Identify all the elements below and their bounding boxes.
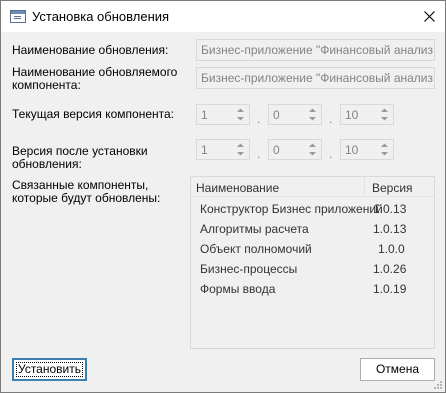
column-divider xyxy=(364,177,365,197)
version-separator: . xyxy=(329,147,333,161)
related-components-label: Связанные компоненты, которые будут обно… xyxy=(12,178,161,205)
row-version: 1.0.0 xyxy=(378,242,405,256)
title-bar: Установка обновления xyxy=(1,1,445,32)
cancel-button[interactable]: Отмена xyxy=(360,358,435,381)
close-button[interactable] xyxy=(415,1,445,32)
row-name: Алгоритмы расчета xyxy=(200,222,309,236)
new-version-label: Версия после установки обновления: xyxy=(12,144,148,171)
cancel-button-label: Отмена xyxy=(375,362,420,376)
current-version-minor-spinner: 0 xyxy=(268,104,322,125)
table-row[interactable]: Формы ввода 1.0.19 xyxy=(191,279,434,299)
window-icon xyxy=(10,10,26,23)
spinner-value: 1 xyxy=(201,108,208,122)
row-version: 1.0.13 xyxy=(373,202,407,216)
component-name-label: Наименование обновляемого компонента: xyxy=(12,65,178,92)
row-version: 1.0.26 xyxy=(373,262,407,276)
spin-arrows-icon xyxy=(308,107,317,122)
row-name: Формы ввода xyxy=(200,282,276,296)
version-separator: . xyxy=(257,112,261,126)
close-icon xyxy=(424,11,435,22)
related-components-table[interactable]: Наименование Версия Конструктор Бизнес п… xyxy=(190,176,435,349)
table-row[interactable]: Алгоритмы расчета 1.0.13 xyxy=(191,219,434,239)
resize-grip-icon[interactable] xyxy=(433,380,443,390)
spin-arrows-icon xyxy=(308,142,317,157)
current-version-label: Текущая версия компонента: xyxy=(12,107,174,121)
version-separator: . xyxy=(257,147,261,161)
spinner-value: 10 xyxy=(345,143,359,157)
new-version-build-spinner: 10 xyxy=(340,139,394,160)
spinner-value: 0 xyxy=(273,108,280,122)
spinner-value: 10 xyxy=(345,108,359,122)
new-version-major-spinner: 1 xyxy=(196,139,250,160)
row-name: Объект полномочий xyxy=(200,242,312,256)
row-version: 1.0.19 xyxy=(373,282,407,296)
column-header-name[interactable]: Наименование xyxy=(196,181,279,195)
row-name: Конструктор Бизнес приложений xyxy=(200,202,383,216)
window-title: Установка обновления xyxy=(32,9,170,24)
focus-rectangle xyxy=(16,362,83,377)
table-row[interactable]: Бизнес-процессы 1.0.26 xyxy=(191,259,434,279)
spin-arrows-icon xyxy=(380,142,389,157)
current-version-build-spinner: 10 xyxy=(340,104,394,125)
table-row[interactable]: Объект полномочий 1.0.0 xyxy=(191,239,434,259)
new-version-minor-spinner: 0 xyxy=(268,139,322,160)
table-row[interactable]: Конструктор Бизнес приложений 1.0.13 xyxy=(191,199,434,219)
row-name: Бизнес-процессы xyxy=(200,262,298,276)
version-separator: . xyxy=(329,112,333,126)
update-name-field: Бизнес-приложение "Финансовый анализ кон… xyxy=(196,39,435,61)
spin-arrows-icon xyxy=(236,142,245,157)
table-header: Наименование Версия xyxy=(191,177,434,197)
update-name-label: Наименование обновления: xyxy=(12,43,169,57)
component-name-field: Бизнес-приложение "Финансовый анализ кон… xyxy=(196,67,435,89)
spinner-value: 0 xyxy=(273,143,280,157)
update-install-dialog: Установка обновления Наименование обновл… xyxy=(0,0,446,393)
spinner-value: 1 xyxy=(201,143,208,157)
current-version-major-spinner: 1 xyxy=(196,104,250,125)
spin-arrows-icon xyxy=(236,107,245,122)
column-header-version[interactable]: Версия xyxy=(372,181,413,195)
spin-arrows-icon xyxy=(380,107,389,122)
install-button[interactable]: Установить xyxy=(12,358,87,381)
row-version: 1.0.13 xyxy=(373,222,407,236)
